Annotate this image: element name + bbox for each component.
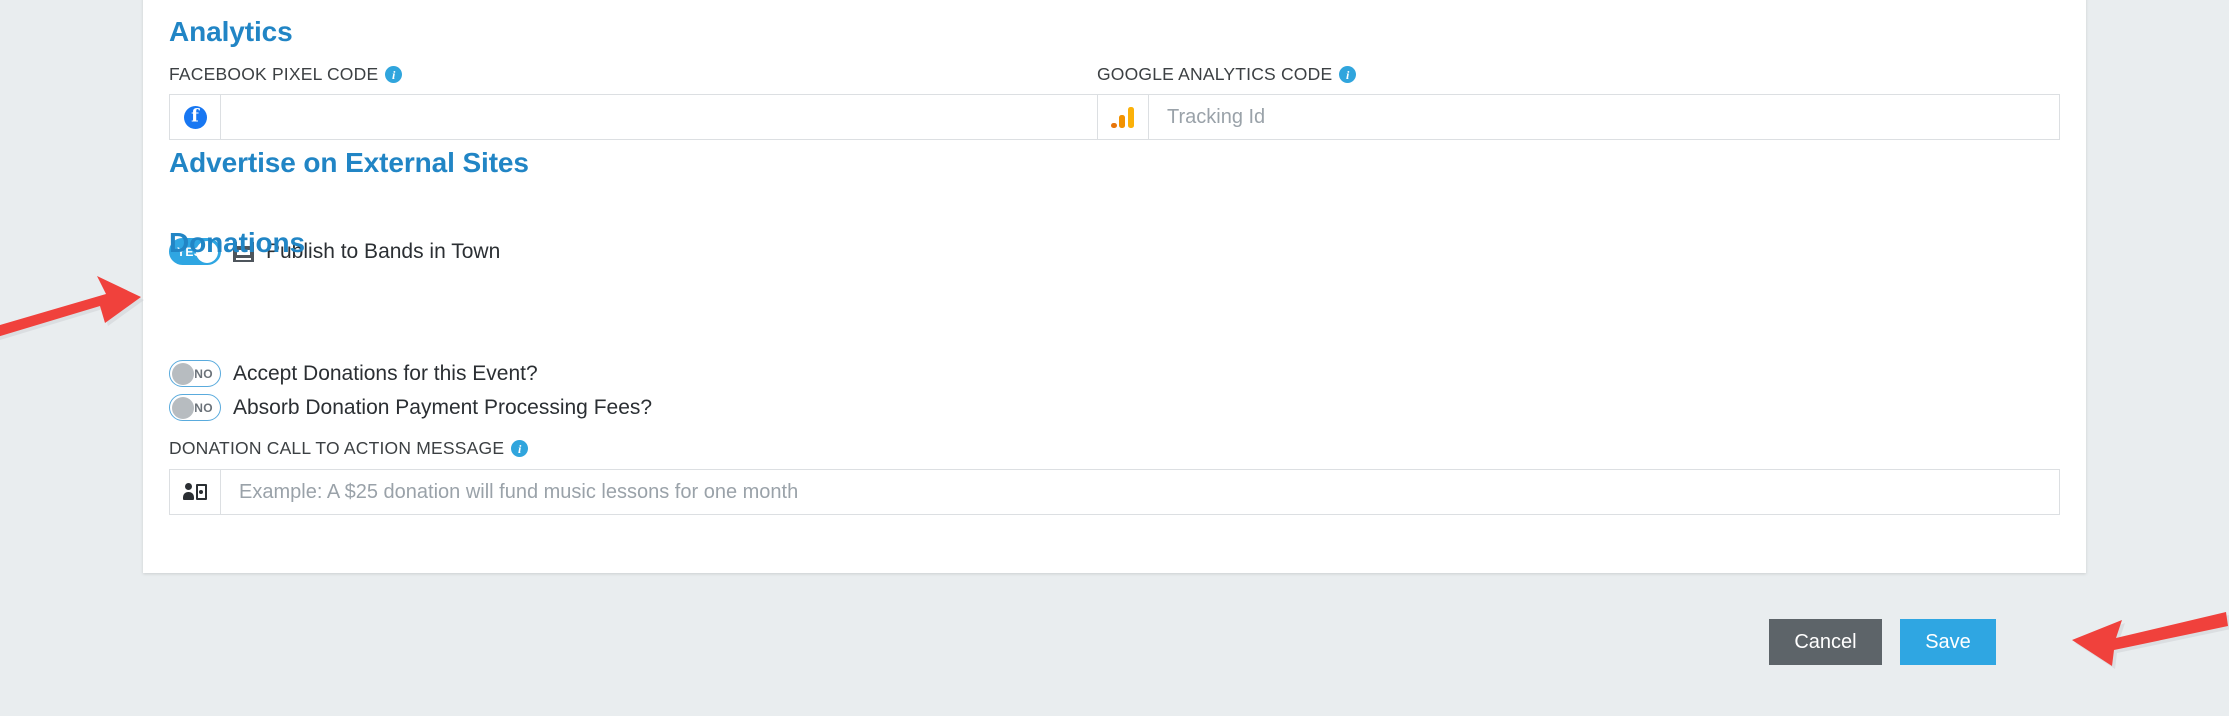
facebook-pixel-code-input-group[interactable] xyxy=(169,94,1098,140)
facebook-pixel-code-label-text: FACEBOOK PIXEL CODE xyxy=(169,64,379,84)
info-icon[interactable]: i xyxy=(1339,66,1357,83)
accept-donations-row: NO Accept Donations for this Event? xyxy=(169,360,538,387)
absorb-donation-fees-label: Absorb Donation Payment Processing Fees? xyxy=(233,395,653,419)
toggle-knob xyxy=(171,362,194,385)
donations-section-title: Donations xyxy=(169,227,305,258)
donation-call-to-action-label-text: DONATION CALL TO ACTION MESSAGE xyxy=(169,438,505,458)
accept-donations-toggle[interactable]: NO xyxy=(169,360,221,387)
advertise-section-title: Advertise on External Sites xyxy=(169,147,529,178)
google-analytics-icon-addon xyxy=(1098,95,1149,139)
card-inner: Analytics FACEBOOK PIXEL CODE i GOOGLE A… xyxy=(169,0,2060,573)
donation-call-to-action-input[interactable]: Example: A $25 donation will fund music … xyxy=(221,470,2059,514)
cancel-button[interactable]: Cancel xyxy=(1769,619,1882,665)
google-analytics-code-input[interactable]: Tracking Id xyxy=(1149,95,2059,139)
info-icon[interactable]: i xyxy=(385,66,403,83)
donation-call-to-action-label: DONATION CALL TO ACTION MESSAGE i xyxy=(169,438,529,459)
google-analytics-code-label-text: GOOGLE ANALYTICS CODE xyxy=(1097,64,1333,84)
facebook-pixel-code-input[interactable] xyxy=(221,95,1097,139)
toggle-knob xyxy=(171,396,194,419)
toggle-state-label: NO xyxy=(194,400,213,415)
google-analytics-icon xyxy=(1111,106,1135,128)
save-button[interactable]: Save xyxy=(1900,619,1996,665)
facebook-icon xyxy=(183,105,207,129)
settings-card: Analytics FACEBOOK PIXEL CODE i GOOGLE A… xyxy=(143,0,2086,573)
google-analytics-code-label: GOOGLE ANALYTICS CODE i xyxy=(1097,64,1357,85)
donation-person-icon-addon xyxy=(170,470,221,514)
analytics-section-title: Analytics xyxy=(169,16,293,47)
absorb-fees-row: NO Absorb Donation Payment Processing Fe… xyxy=(169,394,652,421)
google-analytics-code-input-group[interactable]: Tracking Id xyxy=(1097,94,2060,140)
toggle-state-label: NO xyxy=(194,366,213,381)
facebook-icon-addon xyxy=(170,95,221,139)
donation-person-icon xyxy=(183,482,207,502)
accept-donations-label: Accept Donations for this Event? xyxy=(233,361,538,385)
footer-actions: Cancel Save xyxy=(0,619,2229,665)
donation-call-to-action-input-group[interactable]: Example: A $25 donation will fund music … xyxy=(169,469,2060,515)
absorb-donation-fees-toggle[interactable]: NO xyxy=(169,394,221,421)
facebook-pixel-code-label: FACEBOOK PIXEL CODE i xyxy=(169,64,403,85)
info-icon[interactable]: i xyxy=(511,440,529,457)
